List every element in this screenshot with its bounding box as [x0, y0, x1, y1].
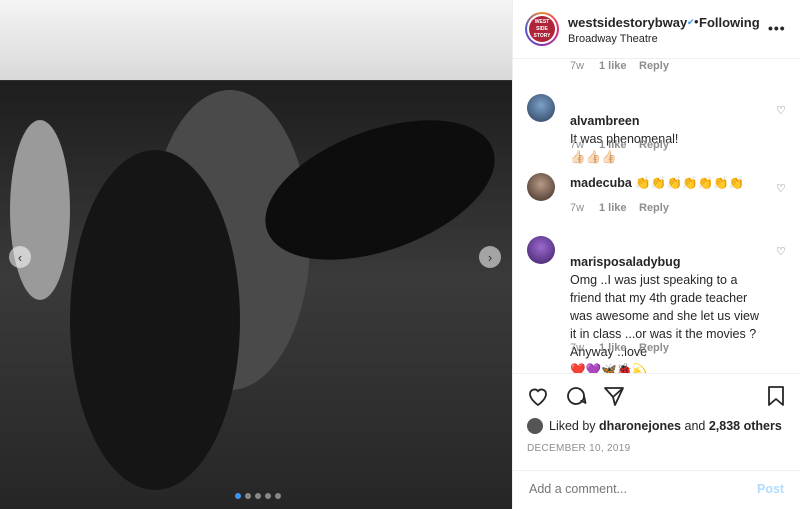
comment-username[interactable]: alvambreen [570, 114, 639, 128]
comment-username[interactable]: marisposaladybug [570, 255, 680, 269]
dancer-figure [70, 150, 240, 490]
comment-username[interactable]: madecuba [570, 176, 632, 190]
avatar-logo: WEST SIDE STORY [529, 16, 555, 42]
following-button[interactable]: Following [699, 15, 760, 30]
avatar[interactable] [527, 94, 555, 122]
post-comment-button[interactable]: Post [757, 482, 784, 496]
comment-time: 7w [570, 202, 585, 214]
header-separator: • [694, 14, 699, 29]
likes-count[interactable]: 2,838 others [709, 419, 782, 433]
carousel-indicator [235, 493, 281, 499]
share-icon[interactable] [602, 384, 626, 408]
comment-time: 7w [570, 139, 585, 151]
post-header: WEST SIDE STORY westsidestorybway ✔ • Fo… [513, 0, 800, 59]
avatar[interactable] [527, 236, 555, 264]
reply-button[interactable]: Reply [639, 60, 669, 72]
chevron-right-icon: › [487, 249, 493, 265]
post-photo[interactable]: ‹ › [0, 0, 512, 509]
like-comment-icon[interactable]: ♡ [776, 104, 786, 117]
like-comment-icon[interactable]: ♡ [776, 245, 786, 258]
carousel-dot [255, 493, 261, 499]
comment-text: Omg ..I was just speaking to a friend th… [570, 273, 759, 373]
comment-time: 7w [570, 342, 585, 354]
reply-button[interactable]: Reply [639, 139, 669, 151]
dancer-figure [10, 120, 70, 300]
avatar[interactable] [527, 173, 555, 201]
carousel-next-button[interactable]: › [479, 246, 501, 268]
comment-likes[interactable]: 1 like [599, 342, 627, 354]
reply-button[interactable]: Reply [639, 202, 669, 214]
post-location[interactable]: Broadway Theatre [568, 33, 658, 45]
liker-username[interactable]: dharonejones [599, 419, 681, 433]
account-avatar[interactable]: WEST SIDE STORY [525, 12, 559, 46]
comments-list[interactable]: 7w 1 like Reply alvambreen It was phenom… [513, 58, 800, 373]
likes-summary: Liked by dharonejones and 2,838 others [527, 418, 782, 434]
comment-likes[interactable]: 1 like [599, 139, 627, 151]
post-actions: Liked by dharonejones and 2,838 others D… [513, 373, 800, 510]
comment-time: 7w [570, 60, 585, 72]
comment-composer: Post [513, 470, 800, 511]
like-comment-icon[interactable]: ♡ [776, 182, 786, 195]
carousel-dot [235, 493, 241, 499]
likes-prefix: Liked by [549, 419, 596, 433]
carousel-dot [265, 493, 271, 499]
comment-input[interactable] [527, 481, 751, 497]
bookmark-icon[interactable] [764, 384, 788, 408]
post-sidebar: WEST SIDE STORY westsidestorybway ✔ • Fo… [512, 0, 800, 509]
comment-likes[interactable]: 1 like [599, 60, 627, 72]
photo-wall [0, 0, 512, 80]
reply-button[interactable]: Reply [639, 342, 669, 354]
comment-icon[interactable] [564, 384, 588, 408]
account-username[interactable]: westsidestorybway [568, 15, 687, 30]
carousel-prev-button[interactable]: ‹ [9, 246, 31, 268]
comment-likes[interactable]: 1 like [599, 202, 627, 214]
likes-and: and [684, 419, 706, 433]
heart-icon[interactable] [526, 384, 550, 408]
more-options-icon[interactable]: ••• [768, 20, 786, 36]
liker-avatar[interactable] [527, 418, 543, 434]
comment-text: 👏👏👏👏👏👏👏 [635, 176, 745, 190]
post-date[interactable]: DECEMBER 10, 2019 [527, 443, 630, 454]
chevron-left-icon: ‹ [17, 249, 23, 265]
carousel-dot [245, 493, 251, 499]
carousel-dot [275, 493, 281, 499]
